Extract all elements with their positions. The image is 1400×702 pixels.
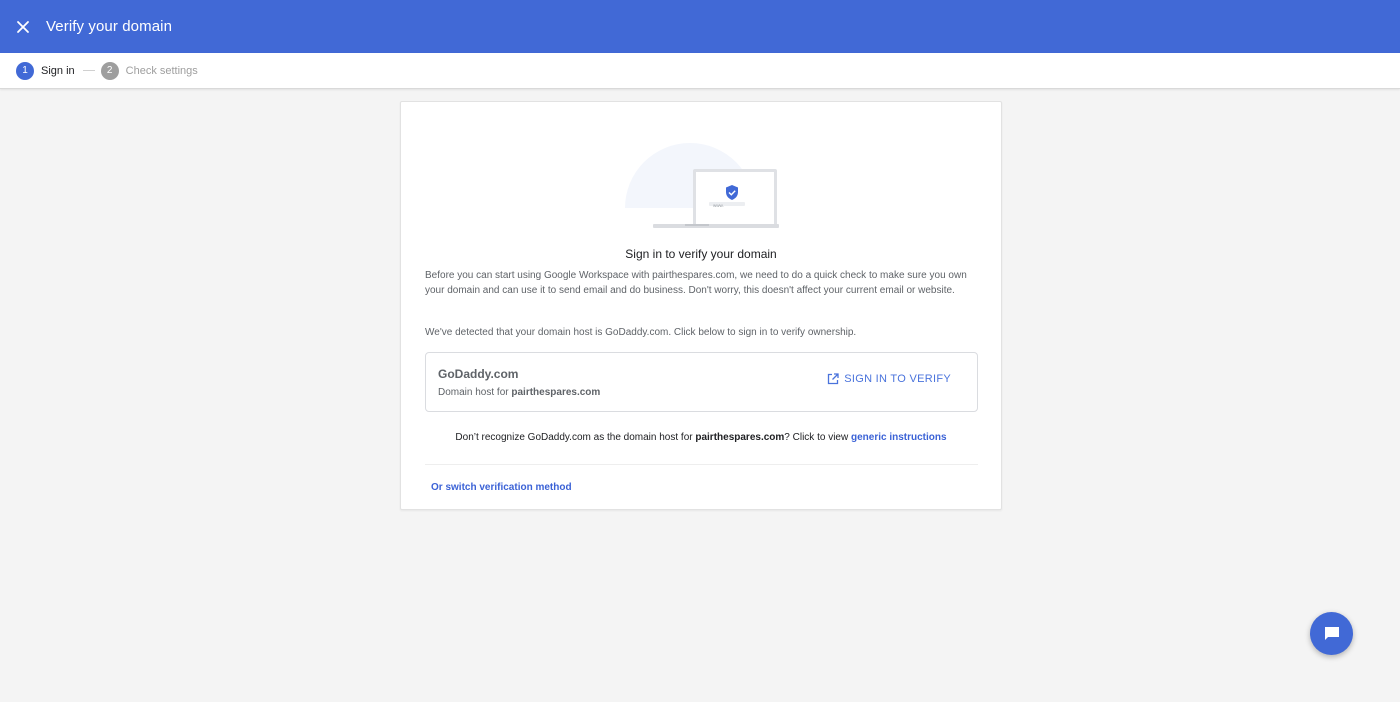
step-check-settings: 2 Check settings bbox=[100, 61, 198, 80]
detected-host-text: We've detected that your domain host is … bbox=[425, 327, 857, 338]
step-separator bbox=[82, 70, 95, 71]
close-icon bbox=[17, 20, 29, 33]
unrecognized-host-text: Don’t recognize GoDaddy.com as the domai… bbox=[401, 432, 1001, 443]
open-in-new-icon bbox=[828, 373, 839, 385]
switch-verification-method-link[interactable]: Or switch verification method bbox=[431, 482, 572, 493]
chat-icon bbox=[1324, 626, 1339, 640]
step-label: Sign in bbox=[41, 64, 75, 77]
stepper: 1 Sign in 2 Check settings bbox=[0, 53, 1400, 89]
step-number: 2 bbox=[100, 61, 119, 80]
host-domain: pairthespares.com bbox=[511, 387, 601, 398]
top-app-bar: Verify your domain bbox=[0, 0, 1400, 53]
url-text: www. bbox=[713, 203, 724, 208]
unrec-prefix: Don’t recognize GoDaddy.com as the domai… bbox=[455, 432, 696, 443]
unrec-domain: pairthespares.com bbox=[695, 432, 785, 443]
step-label: Check settings bbox=[125, 64, 198, 77]
unrec-middle: ? Click to view bbox=[784, 432, 851, 443]
host-sub-prefix: Domain host for bbox=[438, 387, 512, 398]
host-name: GoDaddy.com bbox=[438, 367, 519, 381]
close-button[interactable] bbox=[0, 0, 46, 53]
laptop-illustration: www. bbox=[625, 143, 779, 228]
sign-in-to-verify-button[interactable]: SIGN IN TO VERIFY bbox=[827, 373, 951, 385]
divider bbox=[425, 464, 978, 465]
page-title: Verify your domain bbox=[46, 18, 173, 35]
verify-card: www. Sign in to verify your domain Befor… bbox=[400, 101, 1002, 510]
chat-fab-button[interactable] bbox=[1310, 612, 1353, 655]
card-heading: Sign in to verify your domain bbox=[625, 247, 777, 261]
generic-instructions-link[interactable]: generic instructions bbox=[851, 432, 947, 443]
step-sign-in: 1 Sign in bbox=[16, 61, 75, 80]
step-number: 1 bbox=[16, 61, 34, 80]
host-subtitle: Domain host for pairthespares.com bbox=[438, 387, 600, 398]
sign-in-button-label: SIGN IN TO VERIFY bbox=[844, 373, 951, 385]
description-text: Before you can start using Google Worksp… bbox=[425, 270, 967, 296]
domain-host-box: GoDaddy.com Domain host for pairthespare… bbox=[425, 352, 978, 412]
